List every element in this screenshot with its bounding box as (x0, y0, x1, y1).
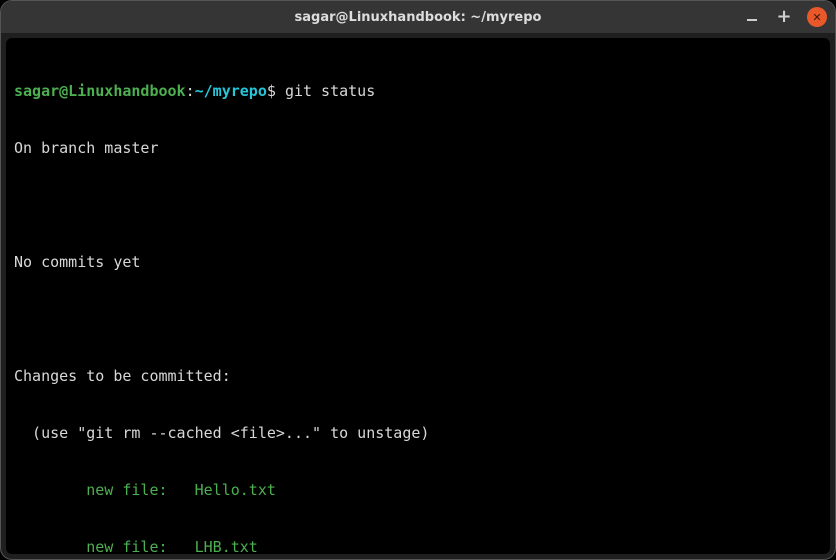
output-line (14, 310, 822, 329)
output-line: On branch master (14, 139, 822, 158)
window-controls (743, 1, 827, 33)
prompt-dollar: $ (267, 82, 276, 100)
close-button[interactable] (807, 7, 827, 27)
minimize-button[interactable] (743, 8, 761, 26)
terminal-window: sagar@Linuxhandbook: ~/myrepo sagar@Linu… (0, 0, 836, 560)
staged-file: new file: Hello.txt (14, 481, 822, 500)
output-line (14, 196, 822, 215)
prompt-colon: : (186, 82, 195, 100)
staged-file: new file: LHB.txt (14, 538, 822, 554)
command-text: git status (285, 82, 375, 100)
output-line: (use "git rm --cached <file>..." to unst… (14, 424, 822, 443)
titlebar: sagar@Linuxhandbook: ~/myrepo (1, 1, 835, 33)
maximize-button[interactable] (775, 8, 793, 26)
prompt-user-host: sagar@Linuxhandbook (14, 82, 186, 100)
output-line: No commits yet (14, 253, 822, 272)
output-line: Changes to be committed: (14, 367, 822, 386)
window-title: sagar@Linuxhandbook: ~/myrepo (1, 10, 835, 25)
prompt-path: ~/myrepo (195, 82, 267, 100)
prompt-line: sagar@Linuxhandbook:~/myrepo$ git status (14, 82, 822, 101)
terminal-area[interactable]: sagar@Linuxhandbook:~/myrepo$ git status… (6, 38, 830, 554)
